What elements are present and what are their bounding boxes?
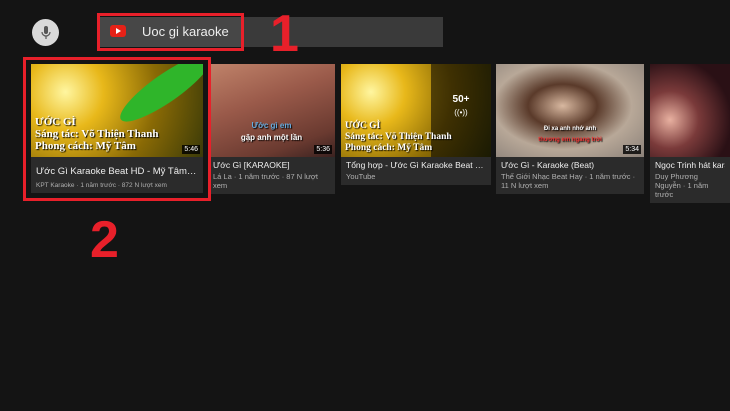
video-title: Ước Gì - Karaoke (Beat) [501, 160, 595, 170]
video-title: Ngọc Trinh hát karaoke [655, 160, 725, 170]
video-duration: 5:36 [314, 145, 332, 154]
video-title: [KARAOKE] Ước Gì [213, 160, 290, 170]
video-duration: 5:34 [623, 145, 641, 154]
video-meta: YouTube [346, 172, 376, 181]
microphone-icon [40, 25, 51, 39]
annotation-number-1: 1 [270, 5, 299, 63]
video-title: Tổng hợp - Ước Gì Karaoke Beat HD - Mỹ..… [346, 160, 486, 170]
annotation-number-2: 2 [90, 211, 119, 269]
video-meta: Lá La · 1 năm trước · 87 N lượt xem [213, 172, 318, 190]
video-meta: Thế Giới Nhạc Beat Hay · 1 năm trước · 1… [501, 172, 636, 190]
playlist-card[interactable]: 50+ ((•)) ƯỚC GÌ Sáng tác: Võ Thiện Thanh… [341, 64, 491, 185]
voice-search-button[interactable] [32, 19, 59, 46]
playlist-icon: ((•)) [454, 108, 468, 117]
video-thumbnail: Ước gì em gặp anh một lần 5:36 [208, 64, 335, 157]
annotation-box-1 [97, 13, 244, 51]
video-thumbnail [650, 64, 730, 157]
video-card[interactable]: Ngọc Trinh hát karaoke Duy Phương Nguyễn … [650, 64, 730, 203]
video-thumbnail: 50+ ((•)) ƯỚC GÌ Sáng tác: Võ Thiện Thanh… [341, 64, 491, 157]
playlist-count: 50+ [452, 94, 470, 105]
video-card[interactable]: Ước gì em gặp anh một lần 5:36 [KARAOKE]… [208, 64, 335, 194]
video-card[interactable]: Đi xa anh nhớ anh thương em ngang trời 5… [496, 64, 644, 194]
video-meta: Duy Phương Nguyễn · 1 năm trước [655, 172, 709, 199]
video-thumbnail: Đi xa anh nhớ anh thương em ngang trời 5… [496, 64, 644, 157]
annotation-box-2 [23, 57, 211, 201]
